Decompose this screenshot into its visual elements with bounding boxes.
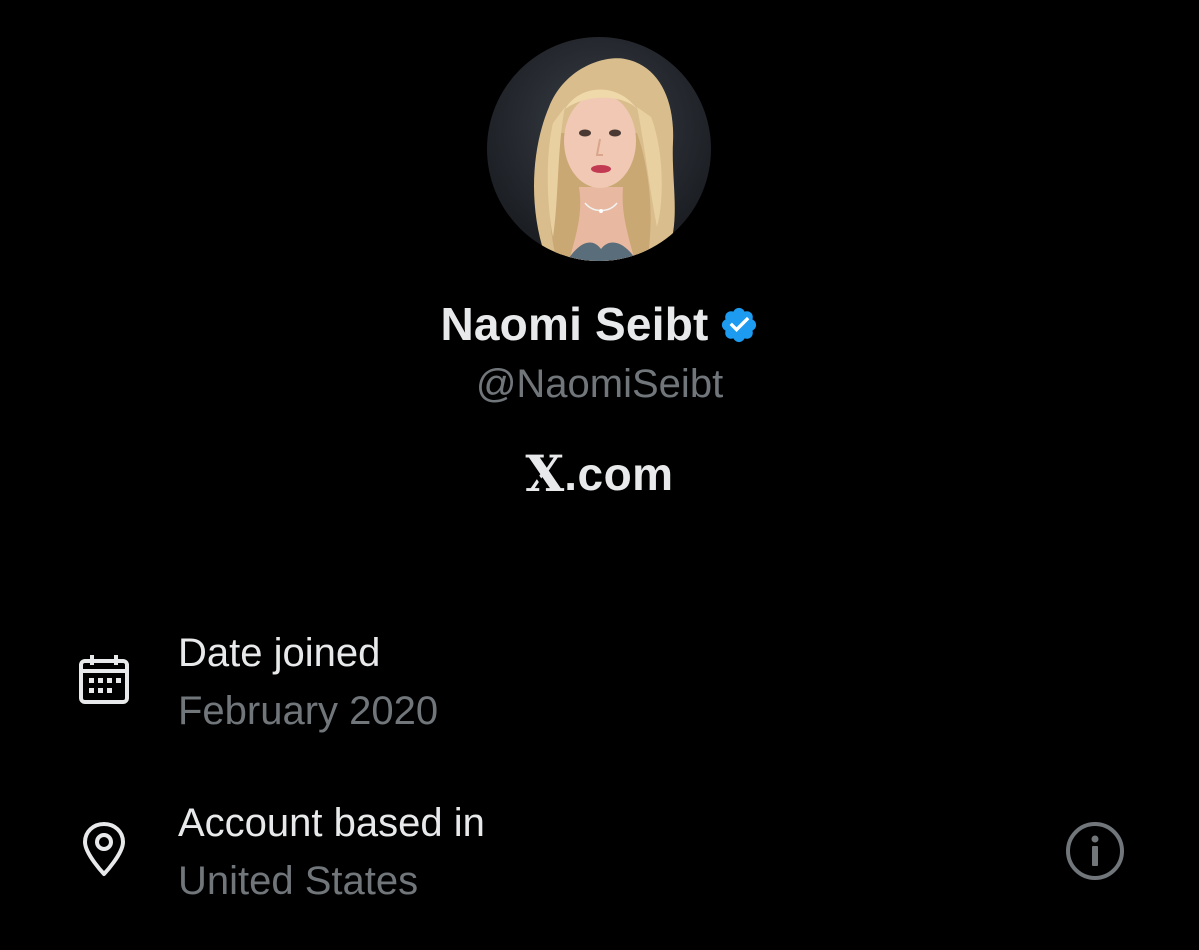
avatar[interactable] bbox=[487, 37, 711, 261]
profile-photo bbox=[534, 58, 675, 261]
account-based-in-label: Account based in bbox=[178, 801, 485, 845]
date-joined-label: Date joined bbox=[178, 631, 381, 675]
verified-badge-icon[interactable] bbox=[719, 305, 759, 345]
calendar-icon bbox=[79, 655, 129, 704]
display-name: Naomi Seibt bbox=[440, 298, 709, 350]
account-based-in-row: Account based in United States bbox=[0, 790, 1199, 910]
info-icon[interactable] bbox=[1064, 820, 1126, 882]
site-domain-text: .com bbox=[564, 448, 674, 500]
location-pin-icon bbox=[83, 822, 125, 876]
x-logo-icon: X bbox=[525, 444, 565, 503]
display-name-row: Naomi Seibt bbox=[0, 295, 1199, 353]
account-based-in-value: United States bbox=[178, 859, 419, 903]
handle: @NaomiSeibt bbox=[475, 362, 724, 406]
site-label: X .com bbox=[0, 444, 1199, 504]
date-joined-value: February 2020 bbox=[178, 689, 439, 733]
date-joined-row: Date joined February 2020 bbox=[0, 620, 1199, 740]
